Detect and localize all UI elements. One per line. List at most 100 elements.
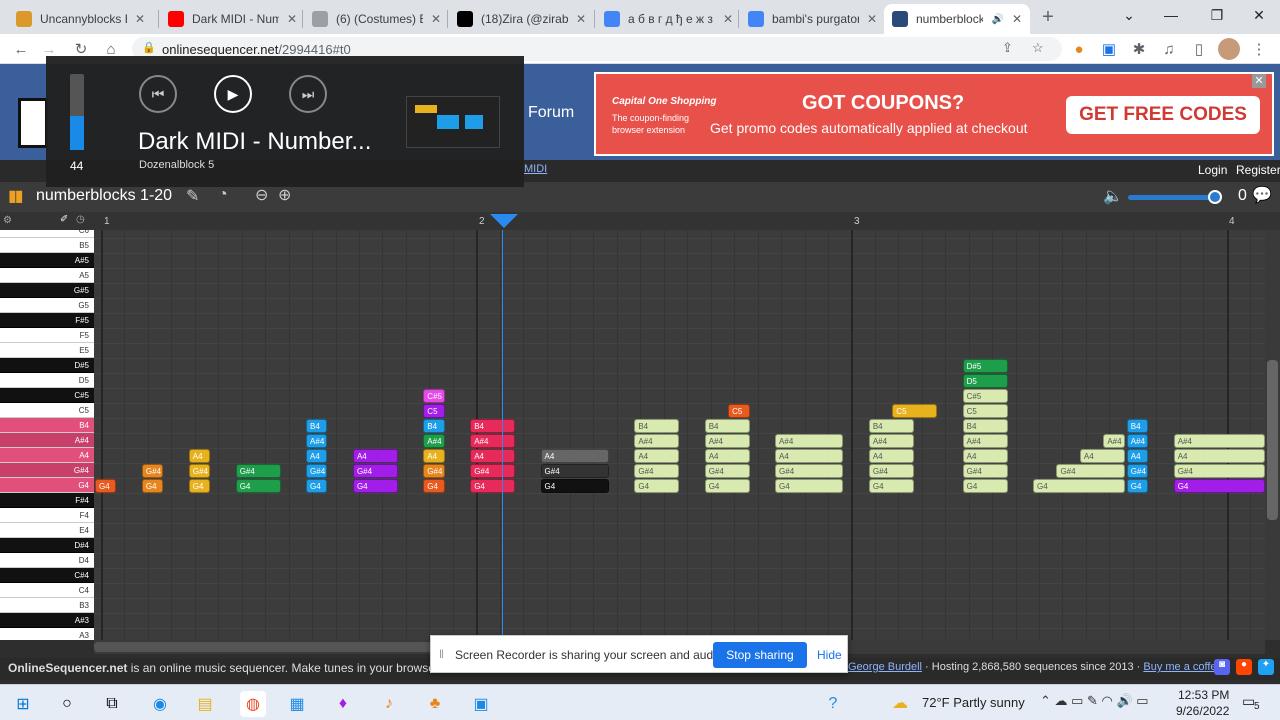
menu-kebab-icon[interactable]: ⋮ — [1248, 38, 1270, 60]
volume-slider[interactable] — [1128, 190, 1222, 204]
note-block[interactable]: G#4 — [141, 464, 164, 478]
share-icon[interactable]: ⇪ — [1002, 40, 1013, 56]
play-icon[interactable]: ▶ — [214, 75, 252, 113]
note-block[interactable]: G#4 — [188, 464, 211, 478]
store-icon[interactable]: ▦ — [284, 691, 310, 717]
note-block[interactable]: G#4 — [470, 464, 516, 478]
search-icon[interactable]: ○ — [54, 691, 80, 717]
note-block[interactable]: G#4 — [868, 464, 914, 478]
ad-cta-button[interactable]: GET FREE CODES — [1066, 96, 1260, 134]
note-block[interactable]: C#5 — [423, 389, 445, 403]
note-block[interactable]: A#4 — [470, 434, 516, 448]
note-block[interactable]: C5 — [423, 404, 445, 418]
note-block[interactable]: A4 — [540, 449, 609, 463]
audio-playing-icon[interactable]: 🔊 — [991, 14, 1003, 25]
register-link[interactable]: Register — [1236, 163, 1280, 177]
tab-search-icon[interactable]: ⌄ — [1106, 0, 1152, 30]
note-block[interactable]: A4 — [868, 449, 914, 463]
piano-key[interactable]: C#5 — [0, 388, 94, 403]
note-block[interactable]: G#4 — [306, 464, 328, 478]
note-block[interactable]: B4 — [1126, 419, 1149, 433]
volume-slider-handle[interactable] — [1208, 190, 1222, 204]
edit-icon[interactable]: ✎ — [186, 186, 199, 206]
piano-key[interactable]: G#4 — [0, 463, 94, 478]
tab-5[interactable]: а б в г д ђ е ж з ✕ — [596, 4, 741, 34]
close-tab-icon[interactable]: ✕ — [135, 12, 145, 26]
extension-icon[interactable]: ● — [1068, 38, 1090, 60]
note-block[interactable]: C5 — [962, 404, 1008, 418]
note-block[interactable]: G4 — [540, 479, 609, 493]
pause-icon[interactable]: ▮▮ — [8, 186, 24, 206]
note-block[interactable]: B4 — [306, 419, 328, 433]
note-block[interactable]: G#4 — [540, 464, 609, 478]
pencil-tool-icon[interactable]: ✐ — [60, 214, 68, 225]
author-link[interactable]: George Burdell — [848, 661, 922, 673]
piano-key[interactable]: D#5 — [0, 358, 94, 373]
settings-gear-icon[interactable]: ⚙ — [3, 215, 12, 226]
hide-button[interactable]: Hide — [817, 648, 842, 662]
note-block[interactable]: G4 — [868, 479, 914, 493]
note-block[interactable]: A4 — [1173, 449, 1265, 463]
vertical-scrollbar[interactable] — [1265, 230, 1280, 640]
note-block[interactable]: A#4 — [306, 434, 328, 448]
clock-date[interactable]: 9/26/2022 — [1176, 704, 1229, 718]
extensions-puzzle-icon[interactable]: ✱ — [1128, 38, 1150, 60]
login-link[interactable]: Login — [1198, 163, 1227, 177]
tab-1[interactable]: Uncannyblocks B ✕ — [8, 4, 153, 34]
note-block[interactable]: A#4 — [962, 434, 1008, 448]
close-tab-icon[interactable]: ✕ — [431, 12, 441, 26]
close-tab-icon[interactable]: ✕ — [1012, 12, 1022, 26]
piano-key[interactable]: E5 — [0, 343, 94, 358]
close-tab-icon[interactable]: ✕ — [723, 12, 733, 26]
zoom-in-icon[interactable]: ⊕ — [278, 185, 291, 205]
note-block[interactable]: G4 — [1173, 479, 1265, 493]
note-block[interactable]: B4 — [962, 419, 1008, 433]
comments-icon[interactable]: 💬 — [1252, 185, 1272, 205]
media-control-icon[interactable]: ♫ — [1158, 38, 1180, 60]
piano-key[interactable]: D4 — [0, 553, 94, 568]
note-block[interactable]: B4 — [704, 419, 750, 433]
weather-text[interactable]: 72°F Partly sunny — [922, 695, 1025, 710]
ad-close-icon[interactable]: ✕ — [1252, 74, 1266, 88]
note-block[interactable]: A#4 — [1126, 434, 1149, 448]
note-block[interactable]: A4 — [188, 449, 211, 463]
note-block[interactable]: G#4 — [704, 464, 750, 478]
note-block[interactable]: A4 — [1126, 449, 1149, 463]
previous-track-icon[interactable]: ⏮ — [139, 75, 177, 113]
piano-key[interactable]: E4 — [0, 523, 94, 538]
nav-forum-link[interactable]: Forum — [528, 104, 574, 122]
piano-key[interactable]: F5 — [0, 328, 94, 343]
piano-key[interactable]: G#5 — [0, 283, 94, 298]
tab-3[interactable]: (6) (Costumes) BF ✕ — [304, 4, 449, 34]
note-block[interactable]: B4 — [423, 419, 445, 433]
piano-key[interactable]: F4 — [0, 508, 94, 523]
piano-key[interactable]: B5 — [0, 238, 94, 253]
reddit-icon[interactable]: ● — [1236, 659, 1252, 675]
note-block[interactable]: G#4 — [775, 464, 844, 478]
speed-gauge-icon[interactable]: ◔ — [218, 186, 228, 204]
note-block[interactable]: G4 — [95, 479, 117, 493]
note-block[interactable]: A4 — [775, 449, 844, 463]
note-block[interactable]: A#4 — [1173, 434, 1265, 448]
piano-key[interactable]: G4 — [0, 478, 94, 493]
side-panel-icon[interactable]: ▯ — [1188, 38, 1210, 60]
piano-key[interactable]: B3 — [0, 598, 94, 613]
next-track-icon[interactable]: ⏭ — [289, 75, 327, 113]
note-block[interactable]: B4 — [470, 419, 516, 433]
note-block[interactable]: G4 — [775, 479, 844, 493]
note-block[interactable]: A#4 — [775, 434, 844, 448]
piano-key[interactable]: D5 — [0, 373, 94, 388]
breadcrumb-midi[interactable]: MIDI — [524, 163, 547, 175]
note-block[interactable]: G#4 — [634, 464, 680, 478]
vertical-scroll-thumb[interactable] — [1267, 360, 1278, 520]
note-block[interactable]: A#4 — [423, 434, 445, 448]
close-tab-icon[interactable]: ✕ — [287, 12, 297, 26]
recorder-icon[interactable]: ▣ — [468, 691, 494, 717]
note-block[interactable]: A4 — [306, 449, 328, 463]
piano-key[interactable]: A3 — [0, 628, 94, 640]
note-block[interactable]: A#4 — [868, 434, 914, 448]
note-block[interactable]: G4 — [235, 479, 281, 493]
note-block[interactable]: B4 — [634, 419, 680, 433]
chrome-icon[interactable]: ◍ — [240, 691, 266, 717]
file-explorer-icon[interactable]: ▤ — [192, 691, 218, 717]
